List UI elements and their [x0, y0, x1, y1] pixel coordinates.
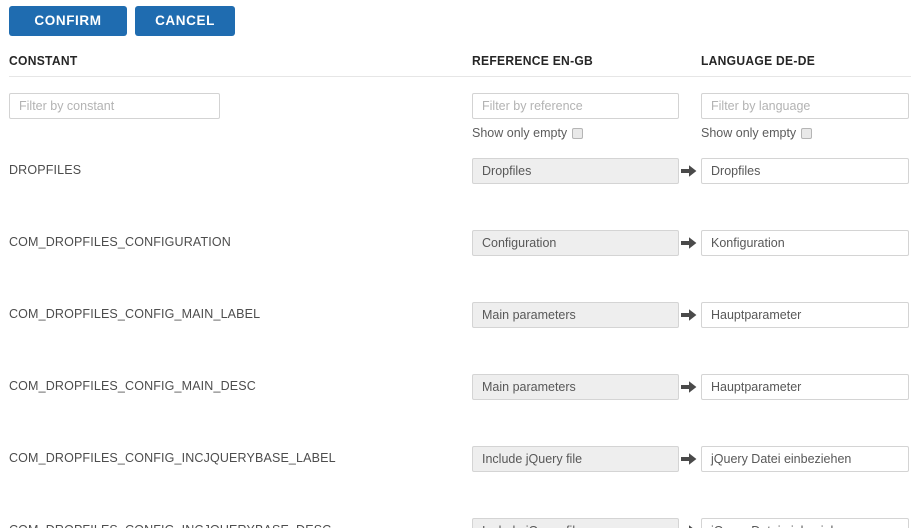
constant-label: DROPFILES	[9, 163, 81, 177]
table-row: COM_DROPFILES_CONFIG_USEGOOGLEVIEWER_DES…	[0, 501, 920, 528]
table-row: COM_DROPFILES_CONFIG_MAIN_DESCMain param…	[0, 266, 920, 302]
filter-constant-input[interactable]	[9, 93, 220, 119]
confirm-button[interactable]: CONFIRM	[9, 6, 127, 36]
cancel-button[interactable]: CANCEL	[135, 6, 235, 36]
table-row: COM_DROPFILES_CONFIGURATIONConfiguration…	[0, 194, 920, 230]
language-show-only-empty-label: Show only empty	[701, 126, 796, 140]
reference-show-only-empty-label: Show only empty	[472, 126, 567, 140]
language-value-text: Dropfiles	[711, 164, 760, 178]
reference-show-only-empty-toggle[interactable]: Show only empty	[472, 126, 583, 140]
column-header-reference: REFERENCE EN-GB	[472, 53, 593, 68]
filter-language-input[interactable]	[701, 93, 909, 119]
table-row: COM_DROPFILES_CONFIG_USEGOOGLEVIEWER_LAB…	[0, 446, 920, 501]
table-row: COM_DROPFILES_CONFIG_INCJQUERYBASE_DESCI…	[0, 338, 920, 374]
reference-value-field[interactable]: Dropfiles	[472, 158, 679, 184]
table-row: COM_DROPFILES_CONFIG_ALLOWEDEXT_LABELAll…	[0, 374, 920, 410]
translation-manager-page: CONFIRM CANCEL CONSTANT REFERENCE EN-GB …	[0, 0, 920, 528]
language-value-field[interactable]: Dropfiles	[701, 158, 909, 184]
reference-show-only-empty-checkbox[interactable]	[572, 128, 583, 139]
filter-reference-input[interactable]	[472, 93, 679, 119]
translation-rows: DROPFILES Dropfiles Dropfiles COM_DROPFILES…	[0, 158, 920, 528]
language-show-only-empty-toggle[interactable]: Show only empty	[701, 126, 812, 140]
reference-value-text: Dropfiles	[482, 164, 531, 178]
column-header-language: LANGUAGE DE-DE	[701, 53, 815, 68]
header-divider	[9, 76, 911, 77]
column-header-constant: CONSTANT	[9, 53, 78, 68]
toolbar: CONFIRM CANCEL	[9, 6, 235, 36]
language-show-only-empty-checkbox[interactable]	[801, 128, 812, 139]
copy-arrow-icon[interactable]	[681, 164, 697, 178]
table-row: COM_DROPFILES_CONFIG_INCJQUERYBASE_LABEL…	[0, 302, 920, 338]
table-row: COM_DROPFILES_CONFIG_MAIN_LABELMain para…	[0, 230, 920, 266]
table-row: COM_DROPFILES_CONFIG_ALLOWEDEXT_DESCAllo…	[0, 410, 920, 446]
table-row: DROPFILES Dropfiles Dropfiles	[0, 158, 920, 194]
